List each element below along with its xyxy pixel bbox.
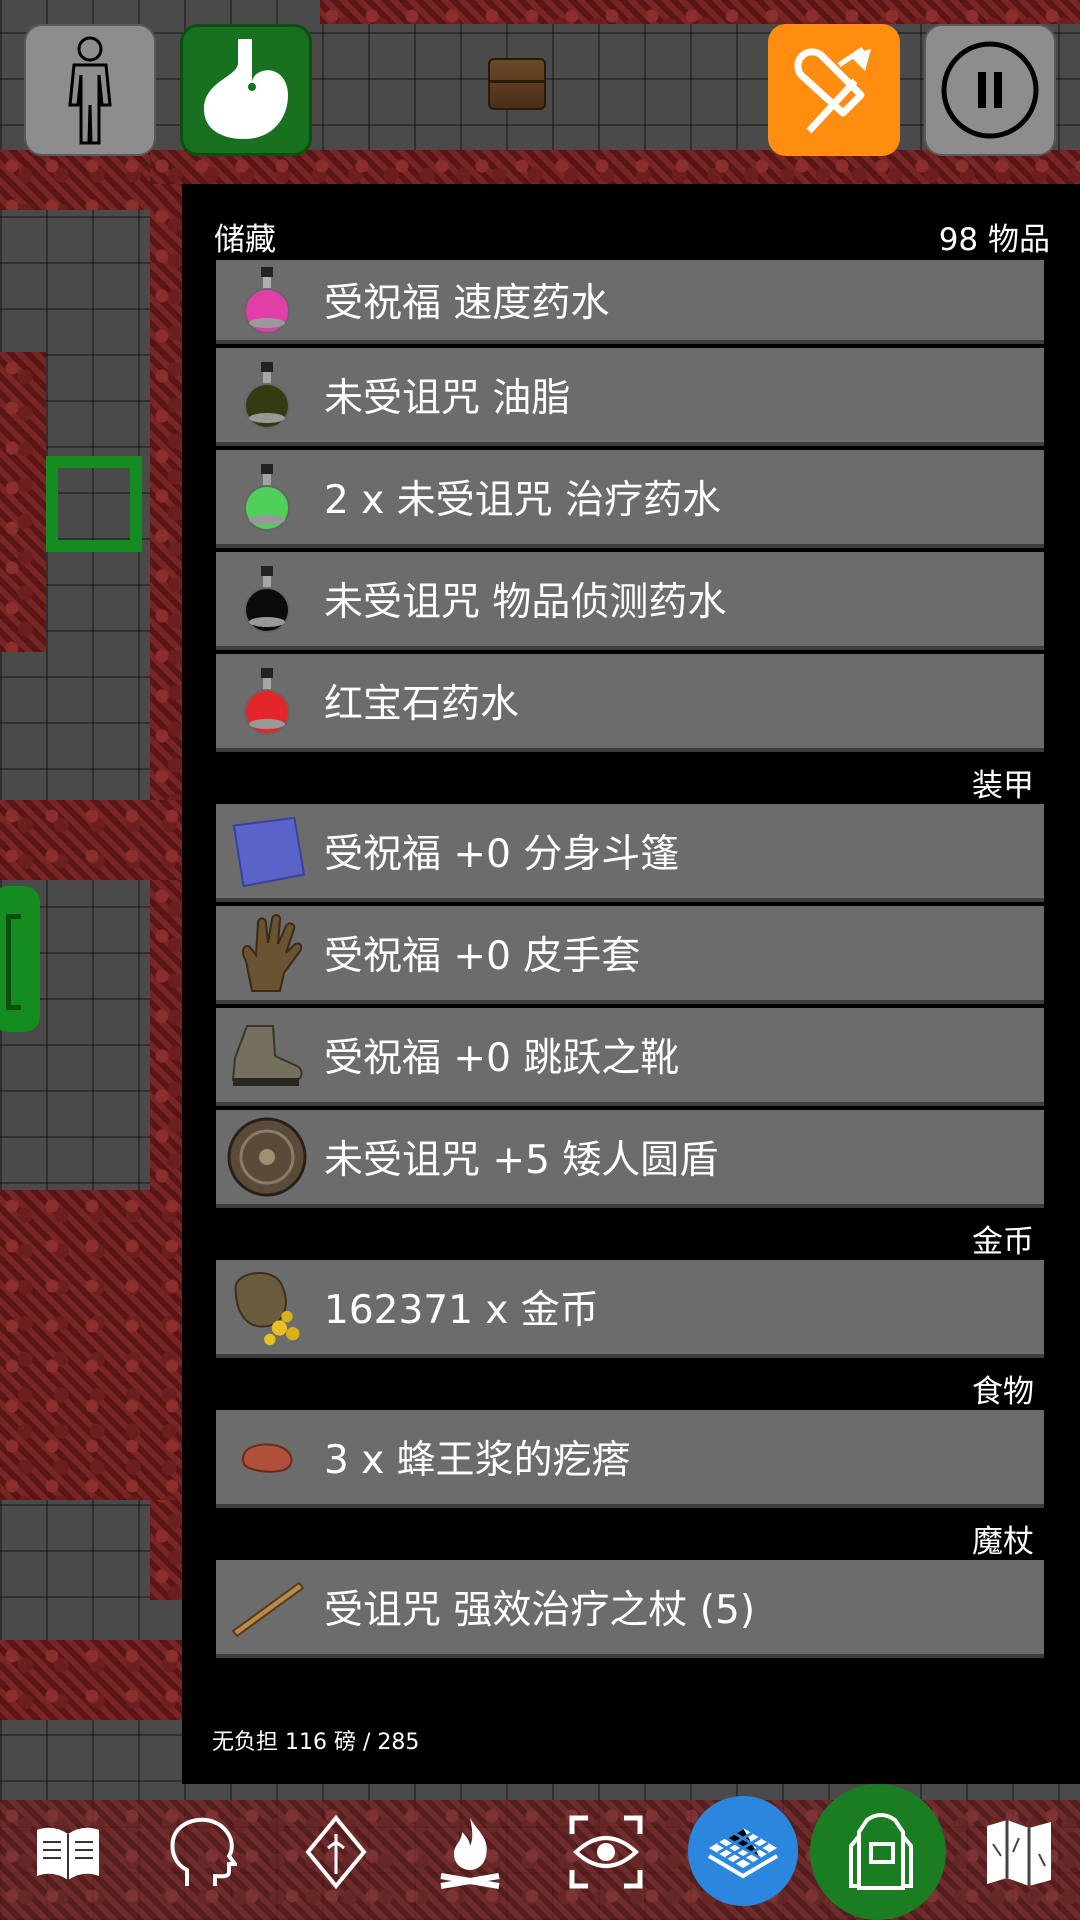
- inventory-item[interactable]: 受祝福 +0 分身斗篷: [216, 804, 1044, 902]
- glove-icon: [226, 912, 308, 994]
- category-gold: 金币: [972, 1224, 1034, 1260]
- tiles-icon[interactable]: [703, 1812, 783, 1892]
- inventory-panel: 储藏 98 物品 受祝福 速度药水 未受诅咒 油脂 2 x 未受诅咒 治疗药水 …: [182, 184, 1080, 1784]
- book-icon[interactable]: [28, 1812, 108, 1892]
- boot-icon: [226, 1014, 308, 1096]
- inventory-item[interactable]: 未受诅咒 +5 矮人圆盾: [216, 1110, 1044, 1208]
- map-icon[interactable]: [974, 1812, 1064, 1892]
- pause-icon: [941, 41, 1039, 139]
- item-label: 162371 x 金币: [324, 1288, 599, 1333]
- fire-weapon-button[interactable]: [768, 24, 900, 156]
- inventory-item[interactable]: 162371 x 金币: [216, 1260, 1044, 1358]
- inventory-header: 储藏 98 物品: [214, 216, 1050, 258]
- head-icon[interactable]: [162, 1812, 242, 1892]
- item-label: 受诅咒 强效治疗之杖 (5): [324, 1588, 756, 1633]
- inventory-item[interactable]: 红宝石药水: [216, 654, 1044, 752]
- inventory-item[interactable]: 未受诅咒 油脂: [216, 348, 1044, 446]
- carry-weight: 无负担 116 磅 / 285: [212, 1730, 420, 1755]
- cloak-icon: [226, 810, 308, 892]
- item-label: 受祝福 +0 皮手套: [324, 934, 641, 979]
- eye-icon[interactable]: [566, 1812, 646, 1892]
- stomach-icon: [204, 39, 288, 139]
- magic-gem-icon[interactable]: [296, 1812, 376, 1892]
- inventory-item[interactable]: 受祝福 速度药水: [216, 260, 1044, 344]
- green-potion-icon: [226, 456, 308, 538]
- inventory-item[interactable]: 受祝福 +0 跳跃之靴: [216, 1008, 1044, 1106]
- brick-wall: [0, 1640, 182, 1720]
- item-label: 2 x 未受诅咒 治疗药水: [324, 478, 722, 523]
- item-label: 受祝福 +0 跳跃之靴: [324, 1036, 680, 1081]
- inventory-item[interactable]: 未受诅咒 物品侦测药水: [216, 552, 1044, 650]
- person-icon: [68, 36, 112, 145]
- item-label: 未受诅咒 物品侦测药水: [324, 580, 727, 625]
- inventory-item[interactable]: 2 x 未受诅咒 治疗药水: [216, 450, 1044, 548]
- brick-wall: [320, 0, 1080, 24]
- backpack-icon[interactable]: [838, 1812, 924, 1892]
- round-shield-icon: [226, 1116, 308, 1198]
- brick-wall: [0, 352, 46, 652]
- item-label: 未受诅咒 油脂: [324, 376, 571, 421]
- brick-wall: [0, 800, 182, 880]
- cursor-marker[interactable]: [46, 456, 142, 552]
- side-drawer-tab[interactable]: [0, 886, 40, 1032]
- quiver-arrows-icon: [794, 46, 871, 134]
- pause-button[interactable]: [924, 24, 1056, 156]
- item-label: 红宝石药水: [324, 682, 520, 727]
- category-wands: 魔杖: [972, 1524, 1034, 1560]
- category-armor: 装甲: [972, 768, 1034, 804]
- treasure-chest-icon[interactable]: [488, 58, 546, 110]
- item-label: 受祝福 速度药水: [324, 281, 610, 326]
- hunger-status-button[interactable]: [180, 24, 312, 156]
- wand-icon: [226, 1566, 308, 1648]
- item-label: 3 x 蜂王浆的疙瘩: [324, 1438, 631, 1483]
- item-count: 98 物品: [938, 221, 1050, 258]
- pink-potion-icon: [226, 259, 308, 341]
- item-label: 未受诅咒 +5 矮人圆盾: [324, 1138, 719, 1183]
- royal-jelly-icon: [226, 1416, 308, 1498]
- inventory-title: 储藏: [214, 221, 276, 258]
- inventory-item[interactable]: 受祝福 +0 皮手套: [216, 906, 1044, 1004]
- inventory-item[interactable]: 受诅咒 强效治疗之杖 (5): [216, 1560, 1044, 1658]
- black-potion-icon: [226, 558, 308, 640]
- olive-potion-icon: [226, 354, 308, 436]
- inventory-item[interactable]: 3 x 蜂王浆的疙瘩: [216, 1410, 1044, 1508]
- brick-wall: [0, 1190, 182, 1500]
- campfire-icon[interactable]: [430, 1812, 510, 1892]
- gold-bag-icon: [226, 1266, 308, 1348]
- category-food: 食物: [972, 1374, 1034, 1410]
- item-label: 受祝福 +0 分身斗篷: [324, 832, 680, 877]
- character-button[interactable]: [24, 24, 156, 156]
- red-potion-icon: [226, 660, 308, 742]
